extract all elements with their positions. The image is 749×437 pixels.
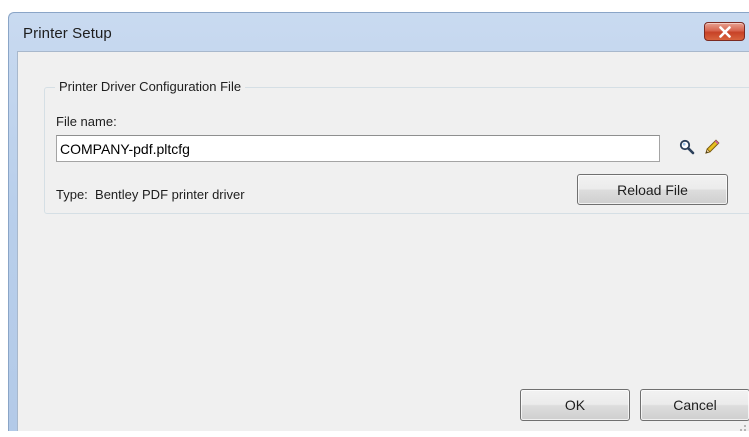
group-legend: Printer Driver Configuration File	[55, 79, 246, 94]
title-bar[interactable]: Printer Setup	[9, 13, 749, 49]
type-label: Type: Bentley PDF printer driver	[56, 187, 245, 202]
dialog-title: Printer Setup	[23, 25, 112, 42]
ok-button[interactable]: OK	[520, 389, 630, 421]
resize-grip[interactable]	[737, 419, 747, 431]
printer-setup-dialog: Printer Setup Printer Driver Configurati…	[8, 12, 749, 431]
reload-file-button[interactable]: Reload File	[577, 174, 728, 205]
close-icon	[718, 25, 732, 38]
type-value: Bentley PDF printer driver	[95, 187, 245, 202]
cancel-button[interactable]: Cancel	[640, 389, 749, 421]
magnifier-icon	[679, 139, 695, 160]
pencil-icon	[703, 138, 721, 161]
file-name-input[interactable]	[56, 135, 660, 162]
close-button[interactable]	[704, 22, 745, 41]
dialog-body: Printer Driver Configuration File File n…	[17, 51, 749, 431]
file-name-label: File name:	[56, 114, 117, 129]
type-prefix: Type:	[56, 187, 88, 202]
edit-button[interactable]	[702, 138, 722, 161]
browse-button[interactable]	[677, 139, 697, 159]
